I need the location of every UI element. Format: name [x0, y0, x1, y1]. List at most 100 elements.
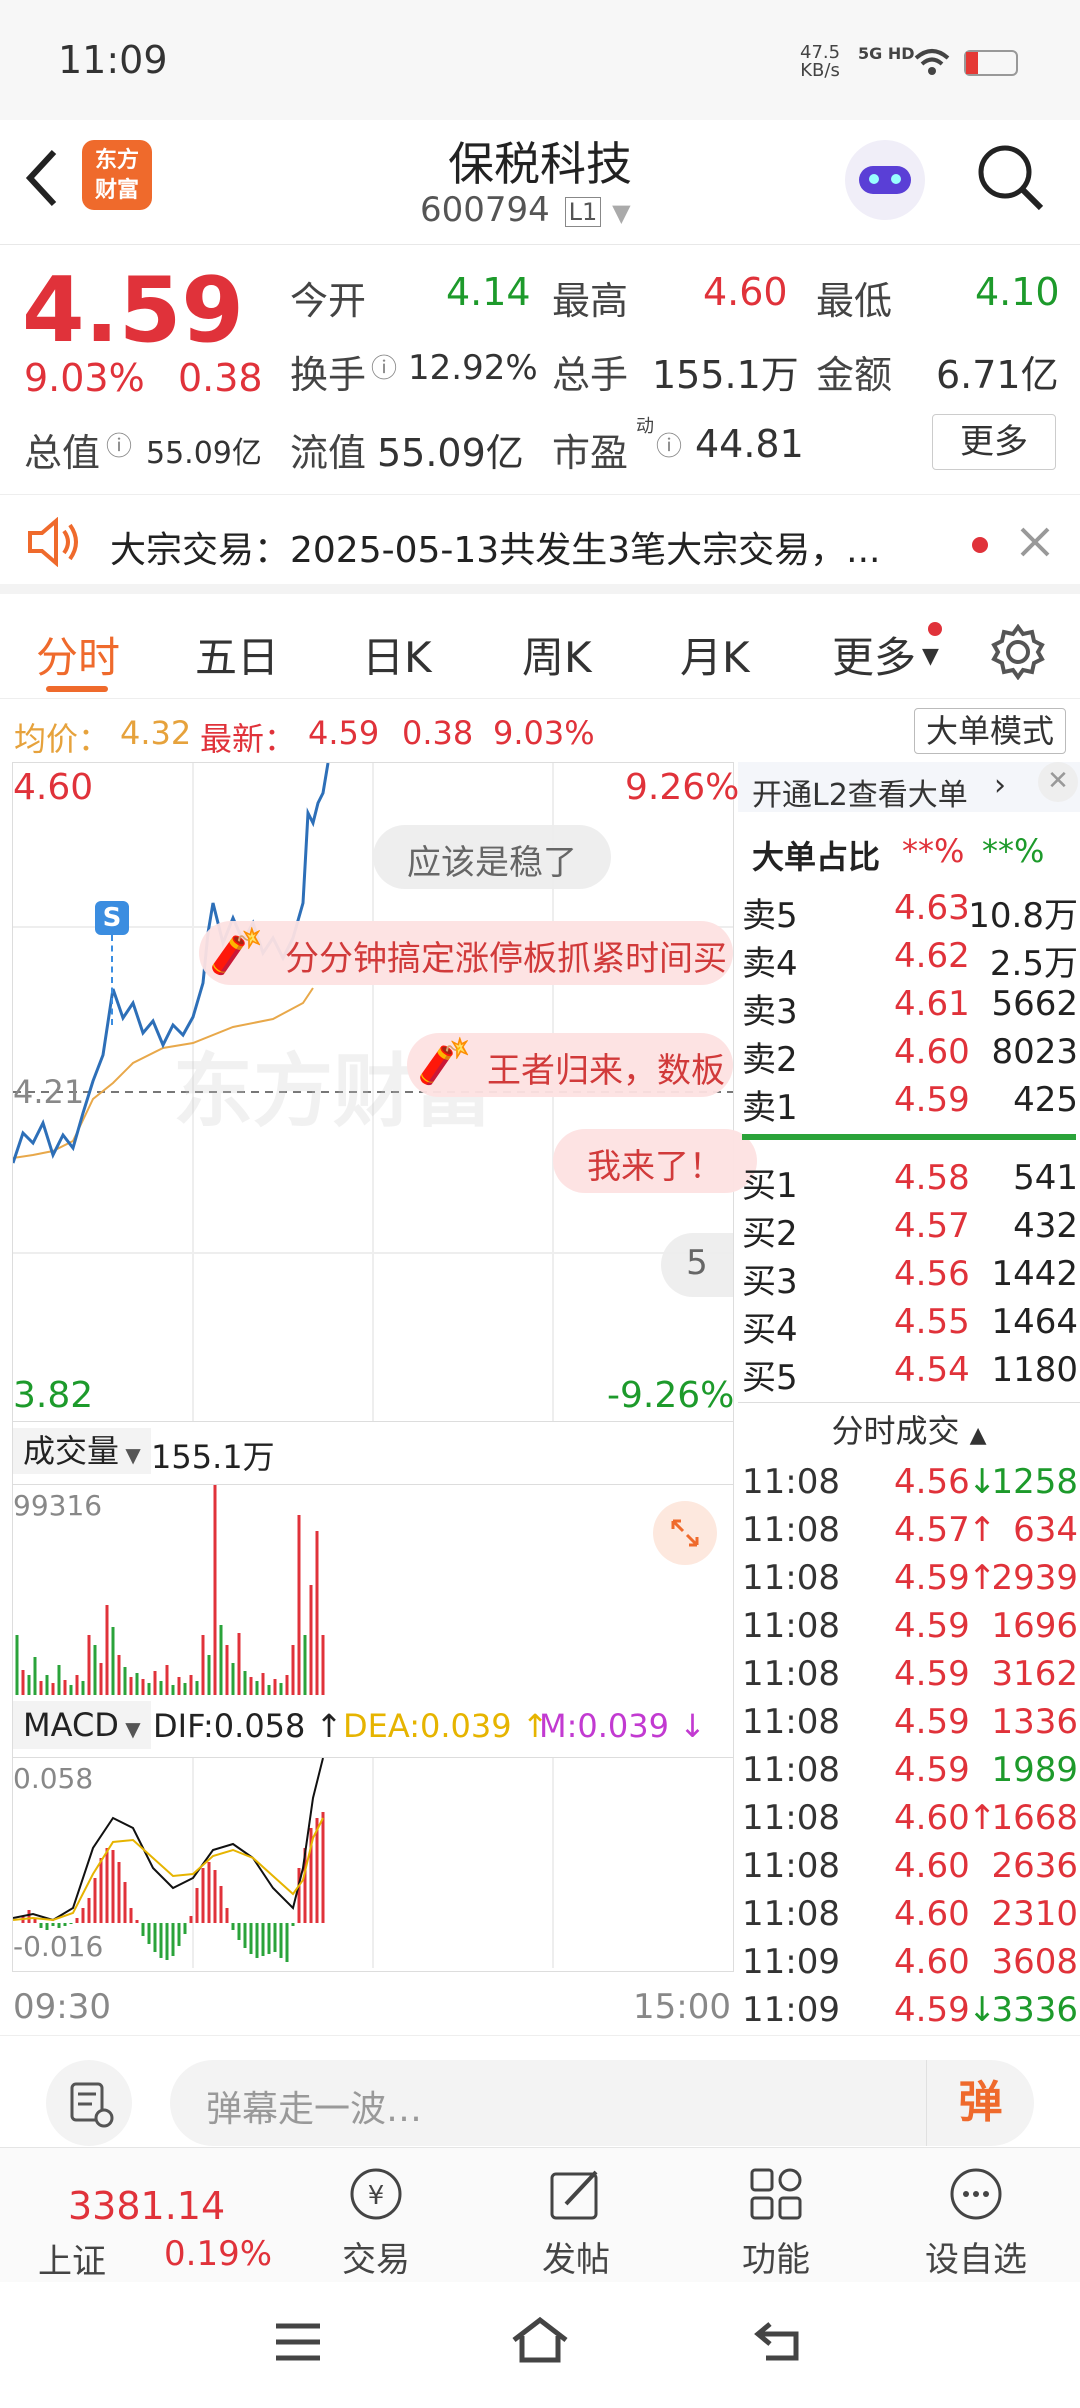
back-arrow-icon[interactable] — [22, 148, 62, 208]
bid-row[interactable]: 买5 4.54 1180 — [742, 1350, 1078, 1398]
tab-daily-k[interactable]: 日K — [362, 624, 432, 685]
amount-label: 金额 — [816, 353, 893, 397]
back-icon[interactable] — [752, 2316, 808, 2364]
menu-icon[interactable] — [272, 2320, 324, 2364]
high-value: 4.60 — [703, 270, 788, 314]
close-icon[interactable]: ✕ — [1038, 762, 1078, 802]
ask-row[interactable]: 卖2 4.60 8023 — [742, 1032, 1078, 1080]
danmu-send-button[interactable]: 弹 — [926, 2060, 1034, 2146]
danmu-input[interactable]: 弹幕走一波… 弹 — [170, 2060, 1034, 2146]
app-logo[interactable]: 东方财富 — [82, 140, 152, 210]
info-icon[interactable]: ⓘ — [106, 426, 132, 463]
trade-time: 11:08 — [742, 1606, 840, 1646]
latest-label: 最新： — [200, 720, 297, 758]
home-icon[interactable] — [508, 2314, 572, 2366]
high-label: 最高 — [552, 279, 629, 323]
trade-time: 11:08 — [742, 1654, 840, 1694]
bid-row[interactable]: 买3 4.56 1442 — [742, 1254, 1078, 1302]
expand-icon[interactable] — [653, 1501, 717, 1565]
latest-change: 0.38 — [402, 714, 474, 752]
svg-text:¥: ¥ — [368, 2181, 385, 2211]
current-price: 4.59 — [22, 258, 245, 363]
more-button[interactable]: 更多 — [932, 414, 1056, 470]
trade-volume: 1989 — [991, 1750, 1078, 1790]
speaker-icon — [28, 517, 78, 567]
trade-time: 11:08 — [742, 1462, 840, 1502]
sell-signal-marker[interactable]: S — [95, 901, 129, 935]
notice-bar[interactable]: 大宗交易：2025-05-13共发生3笔大宗交易，... — [0, 494, 1080, 594]
ask-row[interactable]: 卖4 4.62 2.5万 — [742, 936, 1078, 984]
volume-value: 155.1万 — [652, 353, 799, 397]
float-label: 流值 — [290, 431, 367, 475]
trade-time: 11:08 — [742, 1702, 840, 1742]
nav-functions[interactable]: 功能 — [706, 2166, 846, 2281]
stock-code-row[interactable]: 600794 L1 ▼ — [420, 190, 660, 230]
search-icon[interactable] — [975, 142, 1047, 214]
trade-volume: 3608 — [991, 1942, 1078, 1982]
l2-upgrade-link[interactable]: 开通L2查看大单 › ✕ — [738, 762, 1080, 813]
pe-label: 市盈 — [552, 431, 629, 475]
trade-price: 4.59 — [894, 1558, 970, 1598]
indicator-select-volume[interactable]: 成交量 ▼ — [13, 1428, 151, 1474]
trade-price: 4.57 — [894, 1510, 970, 1550]
big-order-ratio-red: **% — [902, 832, 965, 870]
bid-row[interactable]: 买2 4.57 432 — [742, 1206, 1078, 1254]
settings-gear-icon[interactable] — [990, 624, 1046, 680]
volume-label: 总手 — [552, 353, 629, 397]
time-axis-end: 15:00 — [633, 1987, 731, 2027]
bid-row[interactable]: 买1 4.58 541 — [742, 1158, 1078, 1206]
quote-panel: 4.59 9.03% 0.38 今开 4.14 最高 4.60 最低 4.10 … — [0, 246, 1080, 491]
big-order-mode-button[interactable]: 大单模式 — [914, 708, 1066, 754]
y-axis-mid: 4.21 — [13, 1073, 85, 1111]
time-sales-header[interactable]: 分时成交 ▲ — [738, 1402, 1080, 1458]
nav-trade[interactable]: ¥ 交易 — [306, 2166, 446, 2281]
danmu-comment[interactable]: 分分钟搞定涨停板抓紧时间买 — [199, 921, 733, 985]
tab-weekly-k[interactable]: 周K — [522, 624, 592, 685]
net-speed: 47.5 KB/s — [800, 42, 841, 81]
robot-assistant-icon[interactable] — [845, 140, 925, 220]
index-ticker[interactable]: 3381.14 上证 0.19% — [20, 2160, 280, 2282]
status-bar: 11:09 47.5 KB/s 5G HD — [0, 0, 1080, 120]
intraday-chart[interactable]: 4.60 9.26% 4.21 3.82 -9.26% 东方财富 S 应该是稳了… — [12, 762, 757, 1422]
intraday-summary: 均价： 4.32 最新： 4.59 0.38 9.03% 大单模式 — [0, 700, 1080, 760]
y-axis-top: 4.60 — [13, 767, 94, 808]
volume-chart: 99316 — [13, 1484, 733, 1696]
ask-row[interactable]: 卖3 4.61 5662 — [742, 984, 1078, 1032]
trade-time: 11:08 — [742, 1750, 840, 1790]
new-dot — [928, 622, 942, 636]
trade-price: 4.59 — [894, 1990, 970, 2030]
indicator-select-macd[interactable]: MACD ▼ — [13, 1701, 151, 1749]
danmu-count-badge[interactable]: 5 — [661, 1233, 733, 1297]
comment-settings-icon[interactable] — [46, 2060, 132, 2146]
nav-add-watchlist[interactable]: 设自选 — [906, 2166, 1046, 2281]
trade-price: 4.59 — [894, 1606, 970, 1646]
ask-row[interactable]: 卖5 4.63 10.8万 — [742, 888, 1078, 936]
tab-monthly-k[interactable]: 月K — [680, 624, 750, 685]
close-icon[interactable] — [1018, 525, 1052, 559]
info-icon[interactable]: ⓘ — [371, 348, 397, 385]
notice-text: 大宗交易：2025-05-13共发生3笔大宗交易，... — [110, 530, 881, 571]
tab-more[interactable]: 更多 — [832, 624, 916, 685]
bid-row[interactable]: 买4 4.55 1464 — [742, 1302, 1078, 1350]
macd-chart: 0.058 -0.016 — [13, 1757, 733, 1971]
trade-volume: 3162 — [991, 1654, 1078, 1694]
pe-value: 44.81 — [695, 422, 804, 466]
battery-icon — [964, 50, 1018, 76]
level-badge: L1 — [564, 196, 602, 227]
trade-volume: 3336 — [991, 1990, 1078, 2030]
tab-intraday[interactable]: 分时 — [36, 624, 120, 685]
trade-time: 11:08 — [742, 1846, 840, 1886]
bid-ask-ratio-bar — [742, 1134, 1076, 1140]
danmu-comment[interactable]: 应该是稳了 — [373, 825, 611, 889]
tab-five-day[interactable]: 五日 — [195, 624, 279, 685]
chevron-down-icon: ▼ — [612, 199, 631, 227]
info-icon[interactable]: ⓘ — [656, 426, 682, 463]
danmu-comment[interactable]: 我来了！ — [553, 1129, 757, 1193]
turnover-label: 换手 — [290, 353, 367, 397]
trade-direction-icon: ↑ — [968, 1510, 997, 1550]
macd-dif: DIF:0.058 ↑ — [153, 1707, 343, 1745]
trade-row: 11:08 4.59 3162 — [742, 1654, 1078, 1702]
ask-row[interactable]: 卖1 4.59 425 — [742, 1080, 1078, 1128]
nav-post[interactable]: 发帖 — [506, 2166, 646, 2281]
trade-row: 11:08 4.57 ↑ 634 — [742, 1510, 1078, 1558]
